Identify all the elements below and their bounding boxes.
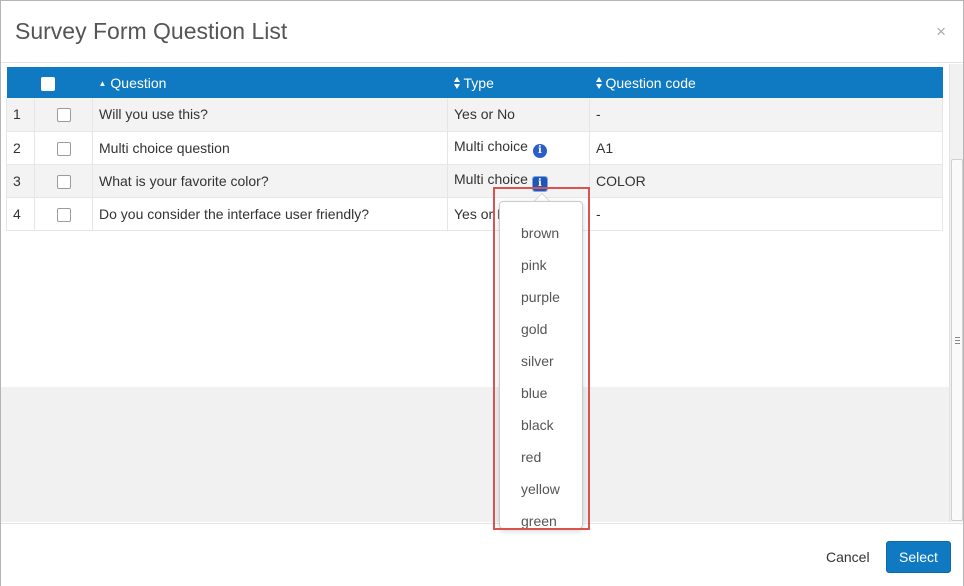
row-number: 1 <box>6 98 35 132</box>
header-type-label: Type <box>463 74 494 91</box>
question-table: ▲ Question Type Question code 1 Will you … <box>6 67 943 231</box>
header-question-label: Question <box>110 74 167 91</box>
row-checkbox[interactable] <box>56 141 71 156</box>
dialog-title: Survey Form Question List <box>15 18 288 44</box>
highlight-annotation-box <box>493 187 590 530</box>
type-label: Yes or No <box>454 106 515 123</box>
scrollbar-thumb[interactable] <box>951 159 963 521</box>
close-icon[interactable]: × <box>936 23 946 40</box>
header-select-all <box>34 67 93 98</box>
dialog-header: Survey Form Question List × <box>1 1 963 63</box>
table-row[interactable]: 4 Do you consider the interface user fri… <box>6 197 943 231</box>
row-number: 2 <box>6 131 35 165</box>
code-cell: COLOR <box>589 164 943 198</box>
row-checkbox-cell <box>34 164 93 198</box>
select-button[interactable]: Select <box>886 541 951 573</box>
header-question-code[interactable]: Question code <box>589 67 943 98</box>
dialog-footer: Cancel Select <box>1 523 963 586</box>
sort-icon <box>595 76 603 89</box>
header-type[interactable]: Type <box>447 67 590 98</box>
header-question[interactable]: ▲ Question <box>92 67 448 98</box>
vertical-scrollbar[interactable] <box>949 64 963 522</box>
table-row[interactable]: 1 Will you use this? Yes or No - <box>6 98 943 132</box>
row-number: 4 <box>6 197 35 231</box>
type-label: Multi choice <box>454 170 528 187</box>
question-cell: Do you consider the interface user frien… <box>92 197 448 231</box>
code-cell: - <box>589 98 943 132</box>
dialog-body: ▲ Question Type Question code 1 Will you … <box>1 64 949 522</box>
select-all-checkbox[interactable] <box>40 76 55 91</box>
type-label: Multi choice <box>454 137 528 154</box>
question-cell: What is your favorite color? <box>92 164 448 198</box>
info-icon[interactable]: i <box>532 143 547 158</box>
sort-icon <box>453 76 461 89</box>
type-cell: Yes or No <box>447 98 590 132</box>
cancel-button[interactable]: Cancel <box>816 547 880 567</box>
header-code-label: Question code <box>605 74 696 91</box>
row-checkbox-cell <box>34 131 93 165</box>
row-checkbox[interactable] <box>56 108 71 123</box>
question-cell: Multi choice question <box>92 131 448 165</box>
scrollbar-grip-icon <box>955 337 960 344</box>
table-row[interactable]: 3 What is your favorite color? Multi cho… <box>6 164 943 198</box>
row-checkbox[interactable] <box>56 174 71 189</box>
body-empty-area <box>1 387 949 522</box>
survey-question-dialog: Survey Form Question List × ▲ Question Ty… <box>0 0 964 586</box>
row-checkbox-cell <box>34 197 93 231</box>
sort-asc-icon: ▲ <box>98 78 107 88</box>
row-number: 3 <box>6 164 35 198</box>
row-checkbox-cell <box>34 98 93 132</box>
table-header-row: ▲ Question Type Question code <box>6 67 943 98</box>
table-row[interactable]: 2 Multi choice question Multi choice i A1 <box>6 131 943 165</box>
header-row-number <box>6 67 35 98</box>
row-checkbox[interactable] <box>56 207 71 222</box>
question-cell: Will you use this? <box>92 98 448 132</box>
code-cell: A1 <box>589 131 943 165</box>
type-cell: Multi choice i <box>447 131 590 165</box>
code-cell: - <box>589 197 943 231</box>
